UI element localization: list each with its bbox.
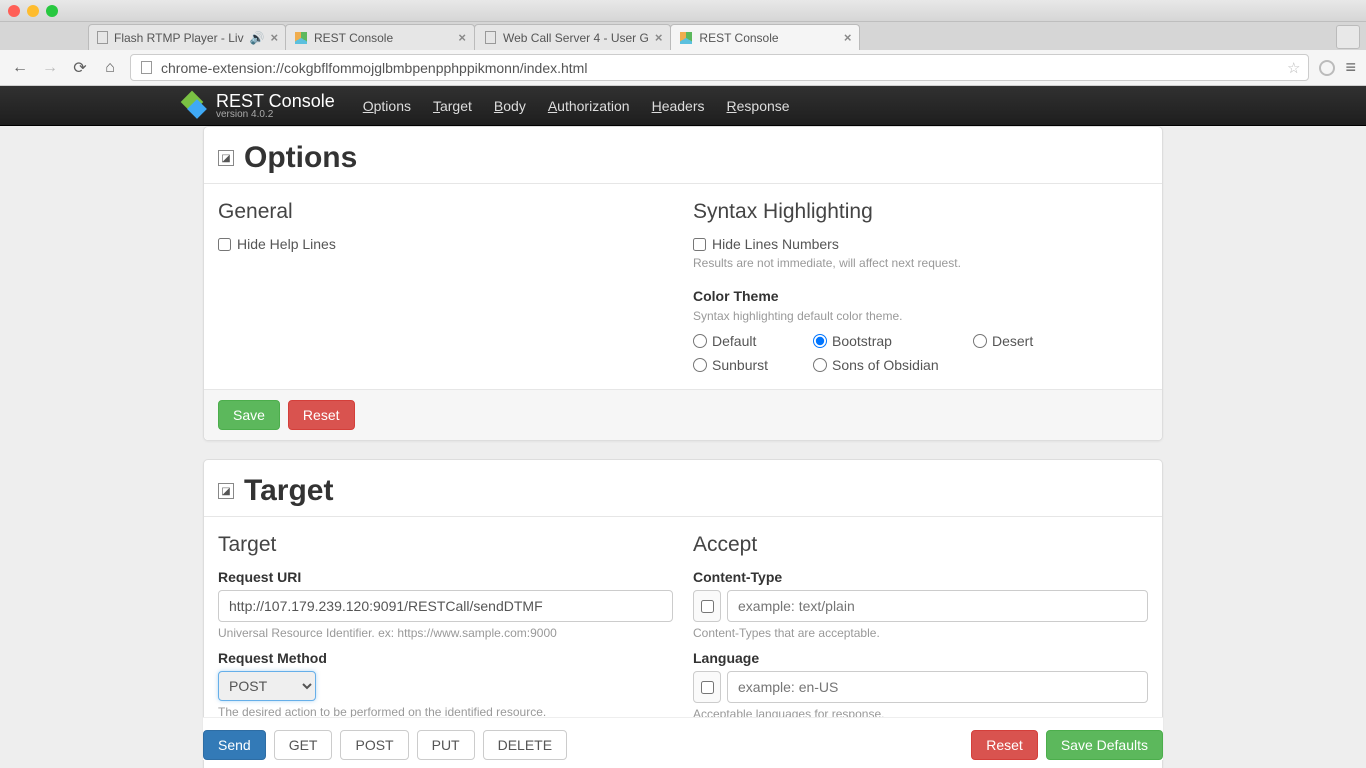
accept-heading: Accept — [693, 533, 1148, 557]
close-icon[interactable]: × — [271, 30, 279, 45]
save-defaults-button[interactable]: Save Defaults — [1046, 730, 1163, 760]
content-type-input[interactable] — [727, 590, 1148, 622]
close-icon[interactable]: × — [655, 30, 663, 45]
page-icon — [97, 31, 108, 45]
request-method-label: Request Method — [218, 650, 673, 666]
syntax-heading: Syntax Highlighting — [693, 200, 1148, 224]
content-type-label: Content-Type — [693, 569, 1148, 585]
browser-tab[interactable]: REST Console × — [670, 24, 860, 50]
syntax-hint: Results are not immediate, will affect n… — [693, 256, 1148, 270]
nav-target[interactable]: Target — [433, 98, 472, 114]
audio-icon: 🔊 — [250, 31, 265, 45]
theme-desert[interactable]: Desert — [973, 333, 1093, 349]
nav-response[interactable]: Response — [727, 98, 790, 114]
app-navbar: REST Console version 4.0.2 Options Targe… — [0, 86, 1366, 126]
reset-button[interactable]: Reset — [288, 400, 355, 430]
brand: REST Console version 4.0.2 — [180, 92, 335, 120]
theme-sons-of-obsidian[interactable]: Sons of Obsidian — [813, 357, 973, 373]
tab-title: Web Call Server 4 - User G — [503, 31, 649, 45]
delete-button[interactable]: DELETE — [483, 730, 567, 760]
tab-title: Flash RTMP Player - Liv — [114, 31, 244, 45]
theme-default[interactable]: Default — [693, 333, 813, 349]
save-button[interactable]: Save — [218, 400, 280, 430]
language-enable-checkbox[interactable] — [701, 681, 714, 694]
action-bar: Send GET POST PUT DELETE Reset Save Defa… — [203, 717, 1163, 760]
request-uri-label: Request URI — [218, 569, 673, 585]
url-input[interactable] — [161, 60, 1279, 76]
nav-body[interactable]: Body — [494, 98, 526, 114]
page-icon — [139, 61, 153, 75]
hide-help-lines-input[interactable] — [218, 238, 231, 251]
color-theme-hint: Syntax highlighting default color theme. — [693, 309, 1148, 323]
target-heading: Target — [218, 533, 673, 557]
options-title: Options — [244, 141, 357, 175]
target-title: Target — [244, 474, 333, 508]
get-button[interactable]: GET — [274, 730, 333, 760]
home-icon[interactable]: ⌂ — [100, 58, 120, 78]
nav-links: Options Target Body Authorization Header… — [363, 98, 790, 114]
profile-icon[interactable] — [1319, 60, 1335, 76]
chrome-menu-icon[interactable]: ≡ — [1345, 57, 1356, 78]
browser-toolbar: ← → ⟳ ⌂ ☆ ≡ — [0, 50, 1366, 86]
brand-title: REST Console — [216, 92, 335, 110]
browser-tabstrip: Flash RTMP Player - Liv 🔊 × REST Console… — [0, 22, 1366, 50]
browser-tab[interactable]: Web Call Server 4 - User G × — [474, 24, 671, 50]
hide-line-numbers-checkbox[interactable]: Hide Lines Numbers — [693, 236, 1148, 252]
window-close-dot[interactable] — [8, 5, 20, 17]
collapse-icon[interactable]: ◪ — [218, 483, 234, 499]
tab-title: REST Console — [314, 31, 393, 45]
bookmark-icon[interactable]: ☆ — [1287, 59, 1300, 77]
brand-version: version 4.0.2 — [216, 110, 335, 120]
request-uri-input[interactable] — [218, 590, 673, 622]
rest-console-icon — [294, 31, 308, 45]
hide-help-lines-checkbox[interactable]: Hide Help Lines — [218, 236, 673, 252]
content-type-help: Content-Types that are acceptable. — [693, 626, 1148, 640]
theme-bootstrap[interactable]: Bootstrap — [813, 333, 973, 349]
color-theme-label: Color Theme — [693, 288, 1148, 304]
reset-all-button[interactable]: Reset — [971, 730, 1038, 760]
tab-title: REST Console — [699, 31, 778, 45]
browser-tab[interactable]: REST Console × — [285, 24, 475, 50]
page-icon — [483, 31, 497, 45]
rest-console-icon — [679, 31, 693, 45]
window-zoom-dot[interactable] — [46, 5, 58, 17]
content-type-enable-checkbox[interactable] — [701, 600, 714, 613]
forward-icon: → — [40, 58, 60, 78]
request-uri-help: Universal Resource Identifier. ex: https… — [218, 626, 673, 640]
language-label: Language — [693, 650, 1148, 666]
close-icon[interactable]: × — [458, 30, 466, 45]
theme-sunburst[interactable]: Sunburst — [693, 357, 813, 373]
language-input[interactable] — [727, 671, 1148, 703]
nav-options[interactable]: Options — [363, 98, 411, 114]
brand-logo-icon — [180, 92, 208, 120]
reload-icon[interactable]: ⟳ — [70, 58, 90, 78]
mac-titlebar — [0, 0, 1366, 22]
options-panel: ◪ Options General Hide Help Lines Syntax… — [203, 126, 1163, 441]
back-icon[interactable]: ← — [10, 58, 30, 78]
request-method-select[interactable]: POST — [218, 671, 316, 701]
collapse-icon[interactable]: ◪ — [218, 150, 234, 166]
close-icon[interactable]: × — [844, 30, 852, 45]
window-minimize-dot[interactable] — [27, 5, 39, 17]
post-button[interactable]: POST — [340, 730, 408, 760]
put-button[interactable]: PUT — [417, 730, 475, 760]
browser-tab[interactable]: Flash RTMP Player - Liv 🔊 × — [88, 24, 286, 50]
address-bar[interactable]: ☆ — [130, 54, 1309, 81]
send-button[interactable]: Send — [203, 730, 266, 760]
nav-headers[interactable]: Headers — [652, 98, 705, 114]
nav-authorization[interactable]: Authorization — [548, 98, 630, 114]
hide-line-numbers-input[interactable] — [693, 238, 706, 251]
general-heading: General — [218, 200, 673, 224]
